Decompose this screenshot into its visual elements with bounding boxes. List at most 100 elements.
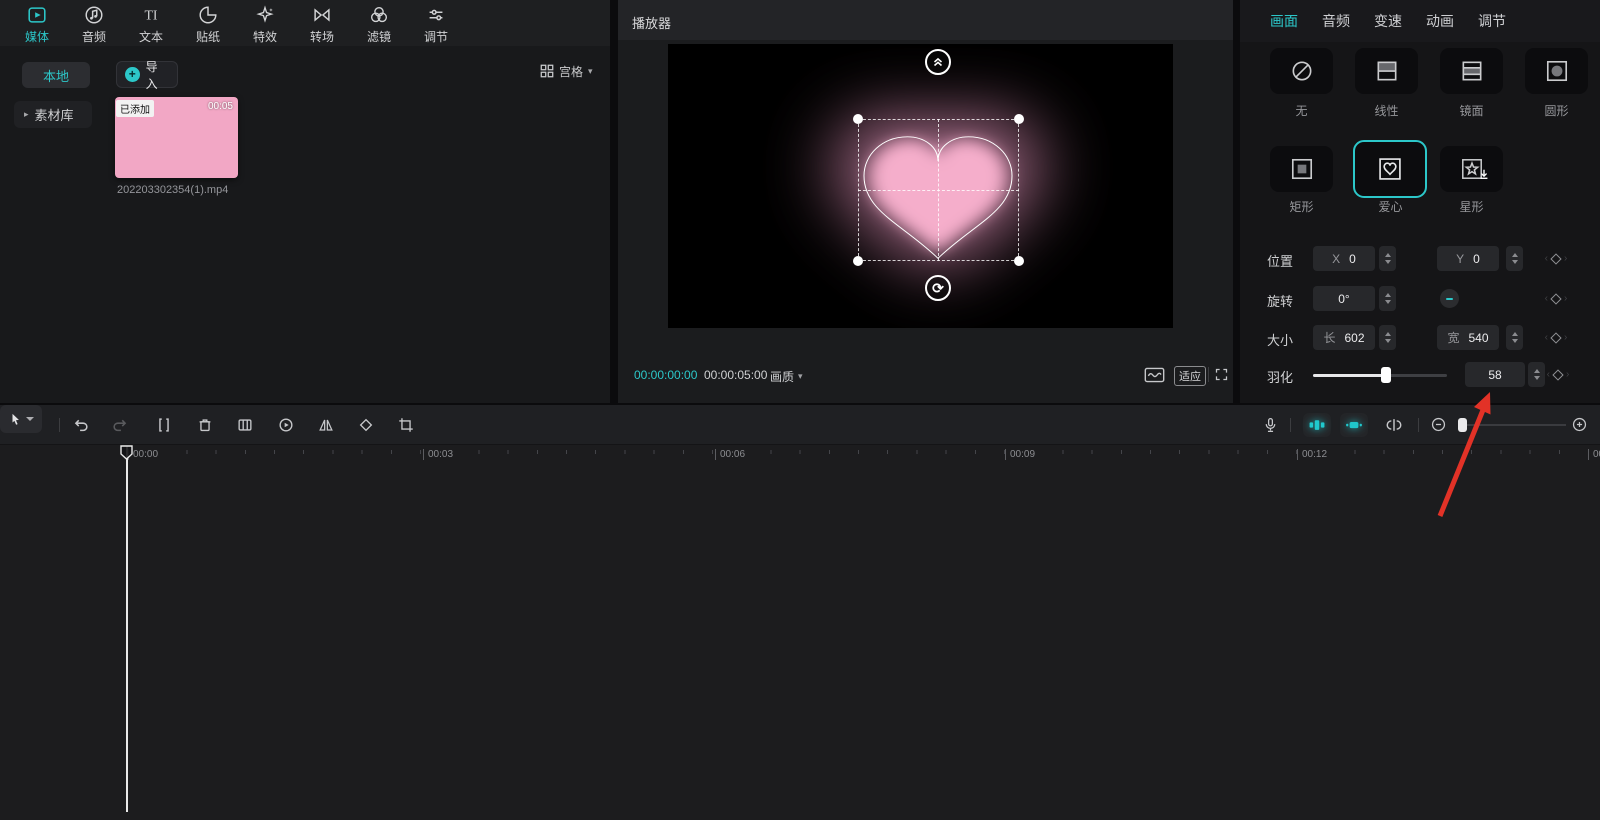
rotation-dial[interactable]	[1440, 289, 1459, 308]
zoom-in-button[interactable]	[1571, 416, 1588, 433]
feather-keyframe[interactable]: ‹ ›	[1540, 362, 1576, 387]
mask-heart-tile-selected[interactable]	[1353, 140, 1427, 198]
position-x-input[interactable]: X 0	[1313, 246, 1375, 271]
tab-animation[interactable]: 动画	[1426, 11, 1454, 31]
feather-label: 羽化	[1267, 367, 1293, 386]
keyframe-prev-icon: ‹	[1545, 253, 1548, 264]
mask-rect-tile[interactable]	[1270, 146, 1333, 192]
adjust-icon	[425, 4, 447, 26]
length-label: 长	[1323, 329, 1335, 346]
divider	[59, 418, 60, 432]
width-label: 宽	[1447, 329, 1459, 346]
resize-handle-top-left[interactable]	[853, 114, 863, 124]
mirror-preview-icon[interactable]	[1144, 367, 1165, 383]
length-value: 602	[1344, 331, 1364, 345]
select-tool-button[interactable]	[0, 405, 42, 433]
chevron-right-icon: ▸	[24, 109, 29, 120]
split-button[interactable]	[155, 416, 173, 434]
timeline-zoom-handle[interactable]	[1458, 418, 1467, 432]
mask-star-tile[interactable]	[1440, 146, 1503, 192]
toolbar-item-transition[interactable]: 转场	[297, 4, 347, 45]
mask-none-tile[interactable]	[1270, 48, 1333, 94]
position-x-stepper[interactable]	[1379, 246, 1396, 271]
preview-canvas[interactable]: ⟳	[668, 44, 1173, 328]
filter-icon	[368, 4, 390, 26]
mask-circle-tile[interactable]	[1525, 48, 1588, 94]
toolbar-item-adjust[interactable]: 调节	[411, 4, 461, 45]
crop-button[interactable]	[397, 416, 415, 434]
fit-button[interactable]: 适应	[1174, 366, 1206, 386]
toolbar-item-text[interactable]: TI 文本	[126, 4, 176, 45]
import-button[interactable]: + 导入	[116, 61, 178, 88]
toolbar-item-effects[interactable]: 特效	[240, 4, 290, 45]
y-label: Y	[1456, 252, 1464, 266]
toolbar-item-media[interactable]: 媒体	[12, 4, 62, 45]
keyframe-diamond-icon	[1550, 332, 1561, 343]
rotate-button[interactable]	[357, 416, 375, 434]
resize-handle-bottom-right[interactable]	[1014, 256, 1024, 266]
sidebar-item-local[interactable]: 本地	[22, 62, 90, 88]
tab-picture[interactable]: 画面	[1270, 11, 1298, 31]
toolbar-item-label: 文本	[139, 28, 163, 45]
mask-heart-label: 爱心	[1359, 198, 1422, 215]
media-thumbnail[interactable]: 已添加 00:05	[115, 97, 238, 178]
zoom-out-button[interactable]	[1430, 416, 1447, 433]
mask-linear-tile[interactable]	[1355, 48, 1418, 94]
undo-button[interactable]	[72, 416, 90, 434]
tab-adjust[interactable]: 调节	[1478, 11, 1506, 31]
chevron-double-up-icon	[931, 55, 945, 69]
tab-speed[interactable]: 变速	[1374, 11, 1402, 31]
ruler-label: 00:12	[1297, 449, 1327, 460]
snap-toggle[interactable]	[1340, 413, 1368, 437]
ruler-label: 00:09	[1005, 449, 1035, 460]
resize-handle-bottom-left[interactable]	[853, 256, 863, 266]
playhead-marker[interactable]	[120, 445, 133, 460]
delete-button[interactable]	[196, 416, 214, 434]
fullscreen-icon[interactable]	[1214, 367, 1229, 382]
size-height-input[interactable]: 宽 540	[1437, 325, 1499, 350]
size-height-stepper[interactable]	[1506, 325, 1523, 350]
caret-down-icon: ▾	[798, 371, 803, 382]
grid-view-dropdown[interactable]: 宫格 ▾	[540, 61, 593, 81]
resize-handle-top-right[interactable]	[1014, 114, 1024, 124]
feather-value-input[interactable]: 58	[1465, 362, 1525, 387]
toolbar-item-filter[interactable]: 滤镜	[354, 4, 404, 45]
toolbar-item-sticker[interactable]: 贴纸	[183, 4, 233, 45]
rotation-stepper[interactable]	[1379, 286, 1396, 311]
link-toggle[interactable]	[1384, 416, 1404, 434]
rotation-keyframe[interactable]: ‹ ›	[1538, 286, 1574, 311]
size-width-input[interactable]: 长 602	[1313, 325, 1375, 350]
effects-icon	[254, 4, 276, 26]
size-keyframe[interactable]: ‹ ›	[1538, 325, 1574, 350]
timeline-ruler[interactable]: 00:00 00:03 00:06 00:09 00:12 00:15	[0, 446, 1600, 465]
feather-drag-handle[interactable]	[925, 49, 951, 75]
rotation-input[interactable]: 0°	[1313, 286, 1375, 311]
rotation-value: 0°	[1338, 292, 1349, 306]
playhead-line[interactable]	[126, 446, 128, 812]
rotate-handle[interactable]: ⟳	[925, 275, 951, 301]
position-y-stepper[interactable]	[1506, 246, 1523, 271]
mirror-button[interactable]	[317, 416, 335, 434]
redo-button[interactable]	[111, 416, 129, 434]
position-y-input[interactable]: Y 0	[1437, 246, 1499, 271]
video-editor-app: 媒体 音频 TI 文本 贴纸 特效 转场	[0, 0, 1600, 820]
reverse-button[interactable]	[277, 416, 295, 434]
record-audio-button[interactable]	[1262, 416, 1279, 434]
quality-dropdown[interactable]: 画质 ▾	[770, 368, 803, 385]
sidebar-item-library[interactable]: ▸ 素材库	[14, 101, 92, 128]
toolbar-item-label: 转场	[310, 28, 334, 45]
grid-icon	[540, 64, 554, 78]
toolbar-item-audio[interactable]: 音频	[69, 4, 119, 45]
timeline-zoom-slider[interactable]	[1458, 424, 1566, 426]
preview-axis-toggle[interactable]	[1303, 413, 1331, 437]
tab-audio[interactable]: 音频	[1322, 11, 1350, 31]
size-width-stepper[interactable]	[1379, 325, 1396, 350]
feather-slider-handle[interactable]	[1381, 367, 1391, 383]
keyframe-next-icon: ›	[1564, 293, 1567, 304]
mask-mirror-tile[interactable]	[1440, 48, 1503, 94]
freeze-frame-button[interactable]	[236, 416, 254, 434]
settings-tabs: 画面 音频 变速 动画 调节	[1240, 0, 1600, 42]
position-keyframe[interactable]: ‹ ›	[1538, 246, 1574, 271]
divider	[1418, 418, 1419, 432]
ruler-label: 00:06	[715, 449, 745, 460]
